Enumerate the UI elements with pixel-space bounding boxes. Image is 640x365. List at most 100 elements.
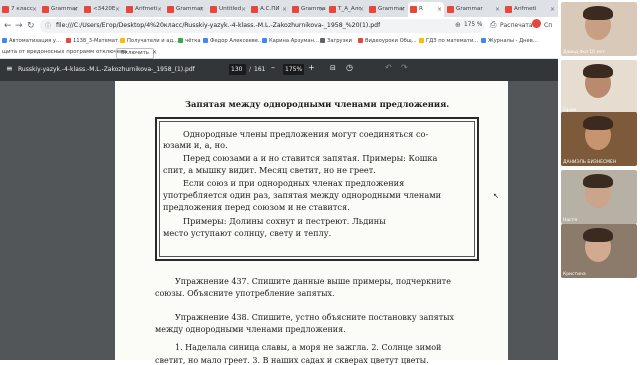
tab-title: R [419,6,423,12]
rule-line: Если союз и при однородных членах предло… [183,178,405,188]
bookmark-label: чётка [185,38,201,44]
participant-hair [583,174,613,188]
bookmark-item[interactable]: ГДЗ по математи... [419,35,478,47]
print-icon[interactable]: ⎙ [490,20,496,30]
close-tab-icon[interactable]: × [73,2,78,17]
redo-icon[interactable]: ↷ [401,63,408,72]
bookmark-item[interactable]: чётка [178,35,201,47]
pdf-icon [410,6,417,13]
tab[interactable]: <3420E × [82,2,122,17]
participant-video[interactable]: ДАНИЭЛЬ БИЗНЕСМЕН [561,112,637,166]
tab[interactable]: Т_А_Алг × [327,2,366,17]
tab[interactable]: R × [408,2,444,17]
extension-label[interactable]: Сп [544,22,552,29]
zoom-in-button[interactable]: + [308,63,315,72]
rule-line: употребляется один раз, запятая между од… [163,190,442,200]
tab-title: Arifmeti [514,6,537,12]
bookmark-item[interactable]: Загрузки [320,35,352,47]
zoom-icon[interactable]: ⊕ [455,21,461,29]
close-tab-icon[interactable]: × [495,2,500,17]
tab[interactable]: Grammar × [40,2,80,17]
close-tab-icon[interactable]: × [282,2,287,17]
close-tab-icon[interactable]: × [359,2,364,17]
tab[interactable]: A.C.ПИ × [249,2,289,17]
bookmark-label: Загрузки [327,38,352,44]
pdf-icon [292,6,299,13]
participant-name: Кристина [563,272,586,277]
close-tab-icon[interactable]: × [241,2,246,17]
pdf-page: Запятая между однородными членами предло… [115,81,508,365]
extension-icon[interactable] [532,19,541,28]
zoom-out-button[interactable]: – [271,63,275,72]
tab[interactable]: Grammar × [165,2,206,17]
close-icon[interactable]: ✕ [152,47,157,58]
tab-title: Т_А_Алг [338,6,362,12]
bookmark-item[interactable]: Карина Арзуман... [262,35,319,47]
tab[interactable]: Untitled × [208,2,248,17]
rule-line: предложения перед союзом и не ставится. [163,202,350,212]
tab[interactable]: 7 класс × [0,2,39,17]
bookmark-label: Получатели и ад... [127,38,178,44]
participant-video[interactable]: Давид 4кл 10 лет [561,2,637,56]
bookmark-item[interactable]: Автоматизация у... [2,35,61,47]
tab[interactable]: Grammar × [445,2,502,17]
bookmark-icon [358,37,363,43]
bookmark-label: 1138_3-Математ... [73,38,123,44]
tab[interactable]: Arifmeti × [124,2,164,17]
security-infobar: щита от вредоносных программ отключена В… [0,47,558,59]
exercise-line: светит, но мало греет. 3. В наших садах … [155,356,429,365]
bookmark-label: Автоматизация у... [9,38,61,44]
page-current[interactable]: 130 [231,66,242,73]
enable-button[interactable]: Включить [116,48,154,59]
close-tab-icon[interactable]: × [115,2,120,17]
tab[interactable]: Grammar × [367,2,407,17]
bookmark-item[interactable]: 1138_3-Математ... [66,35,123,47]
bookmark-item[interactable]: Журналы - Днев... [481,35,538,47]
bookmark-item[interactable]: Видеоуроки Общ... [358,35,417,47]
pdf-icon [42,6,49,13]
history-icon[interactable]: ◷ [346,63,353,72]
pdf-icon [167,6,174,13]
participant-video[interactable]: Ефим [561,60,637,114]
fit-page-icon[interactable]: ⊟ [330,64,336,72]
participant-video[interactable]: Настя [561,170,637,224]
page-total: 161 [254,66,266,73]
reload-icon[interactable]: ↻ [27,20,35,32]
bookmark-label: ГДЗ по математи... [426,38,479,44]
tab-title: Grammar [456,6,483,12]
exercise-line: 1. Наделала синица славы, а моря не зажг… [175,343,442,352]
info-icon[interactable]: ⓘ [45,21,51,30]
bookmark-item[interactable]: Федор Алексееве... [203,35,263,47]
forward-icon[interactable]: → [15,20,23,32]
url-text: file:///C:/Users/Егор/Desktop/4%20класс/… [56,22,381,29]
bookmark-label: Журналы - Днев... [488,38,538,44]
menu-icon[interactable]: ≡ [6,64,13,73]
bookmark-label: Карина Арзуман... [269,38,319,44]
bookmark-icon [120,37,125,43]
bookmark-icon [66,37,71,43]
close-tab-icon[interactable]: × [437,2,442,17]
tab[interactable]: Grammar × [290,2,326,17]
tab-title: 7 класс [11,6,33,12]
participant-name: Давид 4кл 10 лет [563,50,605,55]
pdf-zoom-level[interactable]: 175% [285,66,302,73]
rule-line: спит, а мышку видит. Месяц светит, но не… [163,165,376,175]
bookmark-item[interactable]: Получатели и ад... [120,35,178,47]
close-tab-icon[interactable]: × [319,2,324,17]
exercise-line: между однородными членами предложения. [155,325,346,334]
close-tab-icon[interactable]: × [199,2,204,17]
tab[interactable]: Arifmeti × [503,2,557,17]
pdf-icon [126,6,133,13]
close-tab-icon[interactable]: × [550,2,555,17]
bookmark-icon [203,37,208,43]
back-icon[interactable]: ← [4,20,12,32]
tab-title: A.C.ПИ [260,6,280,12]
bookmark-label: Видеоуроки Общ... [365,38,417,44]
undo-icon[interactable]: ↶ [385,63,392,72]
rule-line: место уступают солнцу, свету и теплу. [163,228,332,238]
close-tab-icon[interactable]: × [400,2,405,17]
close-tab-icon[interactable]: × [32,2,37,17]
pdf-icon [84,6,91,13]
participant-video[interactable]: Кристина [561,224,637,278]
close-tab-icon[interactable]: × [157,2,162,17]
